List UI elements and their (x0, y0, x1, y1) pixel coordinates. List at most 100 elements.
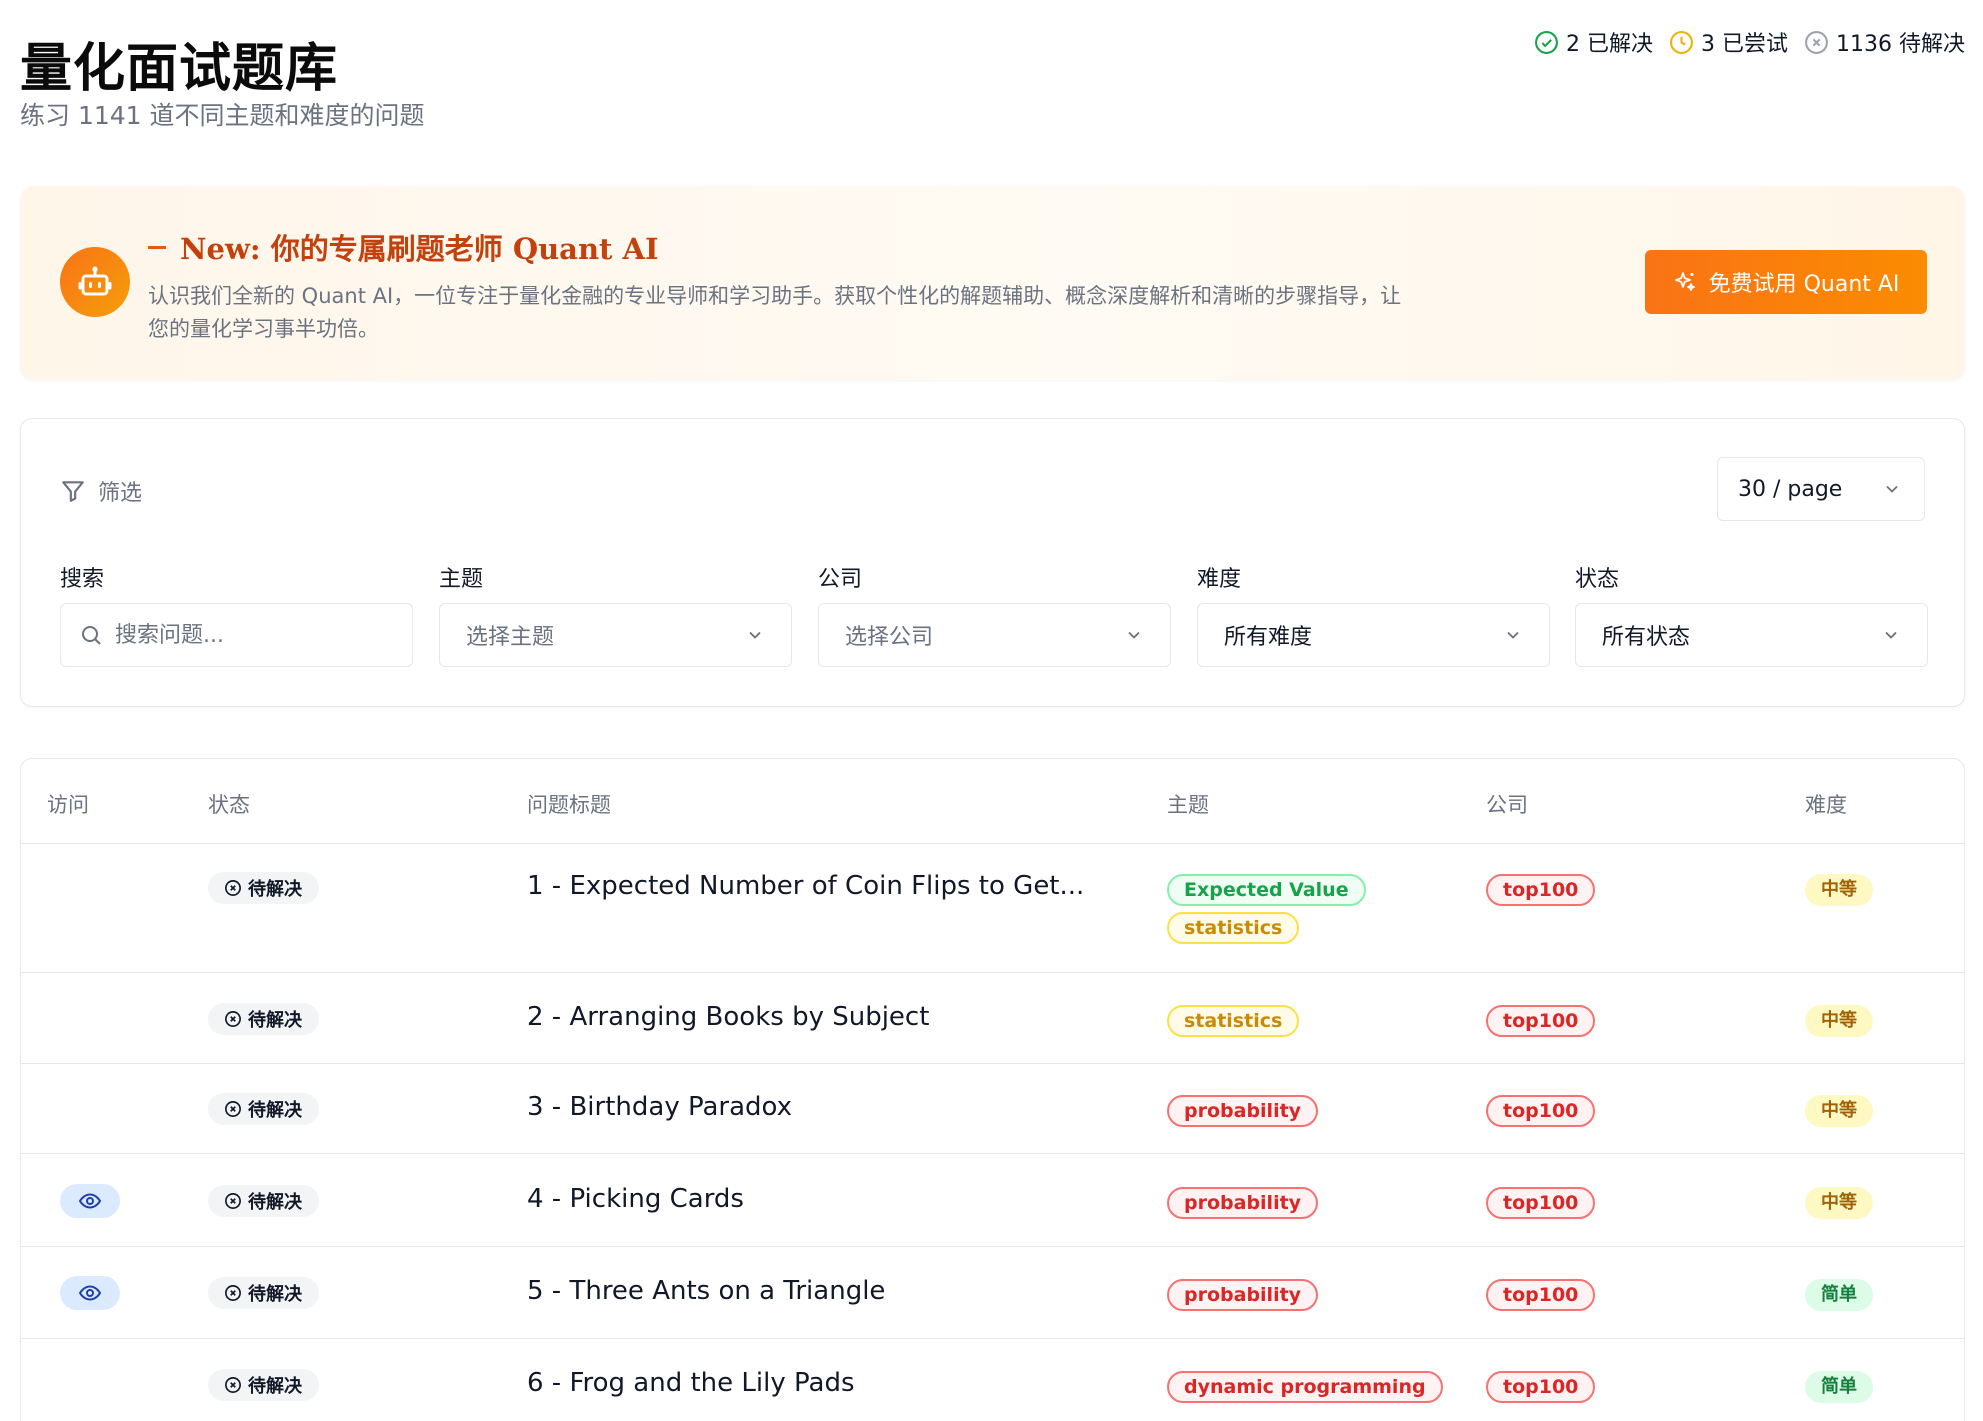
company-tags: top100 (1486, 1187, 1596, 1219)
difficulty-label: 难度 (1197, 567, 1242, 592)
visited-indicator (60, 1184, 120, 1218)
x-circle-icon (225, 1101, 241, 1117)
chevron-down-icon (1885, 631, 1897, 639)
visited-indicator (60, 1276, 120, 1310)
column-header-visit[interactable]: 访问 (47, 789, 89, 819)
difficulty-select[interactable]: 所有难度 (1197, 603, 1550, 667)
difficulty-badge: 中等 (1805, 1095, 1873, 1127)
topic-tags: probability (1167, 1279, 1319, 1311)
topic-tags: statistics (1167, 1005, 1300, 1037)
table-header: 访问 状态 问题标题 主题 公司 难度 (21, 759, 1964, 844)
filter-panel: 筛选 30 / page 搜索 主题 选择主题 公司 选择公司 (20, 418, 1965, 707)
stat-solved: 2 已解决 (1534, 26, 1653, 58)
company-select[interactable]: 选择公司 (818, 603, 1171, 667)
company-tag[interactable]: top100 (1486, 1005, 1596, 1037)
difficulty-badge: 简单 (1805, 1371, 1873, 1403)
column-header-difficulty[interactable]: 难度 (1805, 789, 1847, 819)
filter-heading-label: 筛选 (98, 481, 143, 506)
topic-tag[interactable]: Expected Value (1167, 874, 1366, 906)
table-row[interactable]: 待解决 1 - Expected Number of Coin Flips to … (21, 844, 1964, 973)
table-row[interactable]: 待解决 5 - Three Ants on a Triangle probabili… (21, 1247, 1964, 1339)
chevron-down-icon (1507, 631, 1519, 639)
topic-label: 主题 (439, 567, 484, 592)
topic-select[interactable]: 选择主题 (439, 603, 792, 667)
company-tags: top100 (1486, 1279, 1596, 1311)
topic-tag[interactable]: statistics (1167, 912, 1300, 944)
page-subtitle: 练习 1141 道不同主题和难度的问题 (20, 101, 425, 130)
difficulty-badge: 中等 (1805, 1005, 1873, 1037)
company-tag[interactable]: top100 (1486, 1279, 1596, 1311)
company-tags: top100 (1486, 1095, 1596, 1127)
table-row[interactable]: 待解决 4 - Picking Cards probability top100 中等 (21, 1154, 1964, 1247)
difficulty-field: 难度 所有难度 (1197, 561, 1550, 667)
company-label: 公司 (818, 567, 863, 592)
difficulty-value: 所有难度 (1224, 625, 1313, 650)
topic-tag[interactable]: probability (1167, 1187, 1319, 1219)
eye-icon (78, 1285, 102, 1301)
robot-icon (60, 247, 130, 317)
company-tags: top100 (1486, 1371, 1596, 1403)
page: 量化面试题库 练习 1141 道不同主题和难度的问题 2 已解决 3 已尝试 1… (0, 0, 1983, 1421)
status-badge-label: 待解决 (248, 879, 302, 900)
table-row[interactable]: 待解决 6 - Frog and the Lily Pads dynamic pro… (21, 1339, 1964, 1421)
column-header-title[interactable]: 问题标题 (527, 789, 611, 819)
company-field: 公司 选择公司 (818, 561, 1171, 667)
status-badge-label: 待解决 (248, 1100, 302, 1121)
filter-heading: 筛选 (60, 475, 142, 507)
company-tag[interactable]: top100 (1486, 874, 1596, 906)
question-title-link[interactable]: 1 - Expected Number of Coin Flips to Get… (527, 871, 1084, 901)
topic-tag[interactable]: probability (1167, 1095, 1319, 1127)
search-input[interactable] (115, 622, 394, 648)
stat-attempted-label: 3 已尝试 (1701, 32, 1789, 57)
difficulty-badge: 简单 (1805, 1279, 1873, 1311)
topic-tags: dynamic programming (1167, 1371, 1443, 1403)
question-title-link[interactable]: 6 - Frog and the Lily Pads (527, 1368, 855, 1398)
column-header-company[interactable]: 公司 (1486, 789, 1528, 819)
eye-icon (78, 1193, 102, 1209)
x-circle-icon (225, 1377, 241, 1393)
table-row[interactable]: 待解决 3 - Birthday Paradox probability top100… (21, 1064, 1964, 1154)
question-title-link[interactable]: 2 - Arranging Books by Subject (527, 1002, 929, 1032)
search-label: 搜索 (60, 567, 105, 592)
status-badge-label: 待解决 (248, 1192, 302, 1213)
topic-tag[interactable]: dynamic programming (1167, 1371, 1443, 1403)
chevron-down-icon (1128, 631, 1140, 639)
company-tag[interactable]: top100 (1486, 1371, 1596, 1403)
check-circle-icon (1535, 30, 1558, 54)
clock-icon (1670, 30, 1693, 54)
status-badge-label: 待解决 (248, 1010, 302, 1031)
status-select[interactable]: 所有状态 (1575, 603, 1928, 667)
topic-tags: probability (1167, 1187, 1319, 1219)
status-value: 所有状态 (1602, 625, 1691, 650)
question-title-link[interactable]: 5 - Three Ants on a Triangle (527, 1276, 885, 1306)
search-icon (82, 626, 101, 645)
company-tags: top100 (1486, 874, 1596, 906)
chevron-down-icon (749, 631, 761, 639)
try-quant-ai-label: 免费试用 Quant AI (1708, 272, 1900, 297)
progress-stats: 2 已解决 3 已尝试 1136 待解决 (1534, 26, 1965, 58)
banner-heading-text: New: 你的专属刷题老师 Quant AI (180, 232, 659, 266)
topic-field: 主题 选择主题 (439, 561, 792, 667)
topic-tag[interactable]: probability (1167, 1279, 1319, 1311)
column-header-topic[interactable]: 主题 (1167, 789, 1209, 819)
table-row[interactable]: 待解决 2 - Arranging Books by Subject statist… (21, 973, 1964, 1064)
question-title-link[interactable]: 3 - Birthday Paradox (527, 1092, 792, 1122)
topic-tags: Expected Value statistics (1167, 874, 1366, 944)
difficulty-badge: 中等 (1805, 1187, 1873, 1219)
page-size-select[interactable]: 30 / page (1717, 457, 1925, 521)
company-tag[interactable]: top100 (1486, 1095, 1596, 1127)
question-title-link[interactable]: 4 - Picking Cards (527, 1184, 744, 1214)
try-quant-ai-button[interactable]: 免费试用 Quant AI (1645, 250, 1927, 314)
status-badge: 待解决 (208, 1185, 319, 1217)
x-circle-icon (1805, 30, 1828, 54)
topic-tag[interactable]: statistics (1167, 1005, 1300, 1037)
column-header-status[interactable]: 状态 (208, 789, 250, 819)
status-badge-label: 待解决 (248, 1284, 302, 1305)
search-box[interactable] (60, 603, 413, 667)
company-tag[interactable]: top100 (1486, 1187, 1596, 1219)
difficulty-badge: 中等 (1805, 874, 1873, 906)
sparkles-icon (1674, 272, 1695, 291)
x-circle-icon (225, 1285, 241, 1301)
topic-placeholder: 选择主题 (466, 625, 555, 650)
status-badge: 待解决 (208, 1369, 319, 1401)
